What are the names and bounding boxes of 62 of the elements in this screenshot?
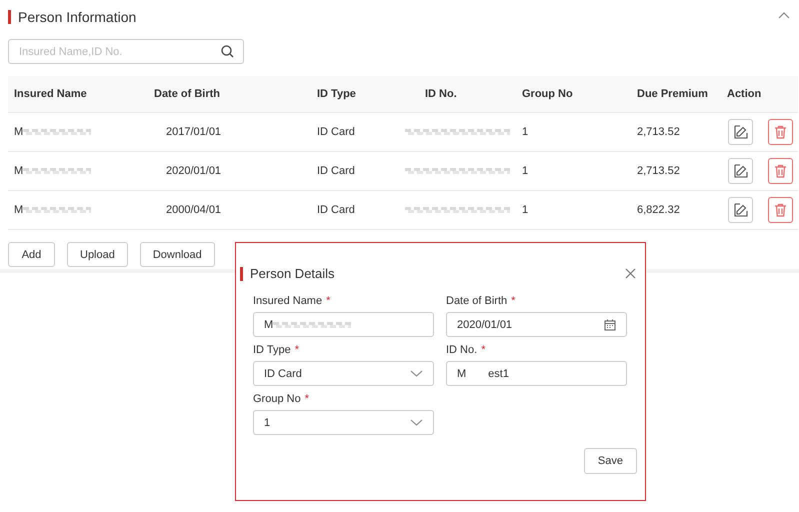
field-label: Insured Name (253, 295, 322, 307)
calendar-icon (604, 318, 616, 330)
table-cell: 6,822.32 (637, 204, 680, 216)
delete-button[interactable] (768, 119, 793, 145)
dialog-title: Person Details (250, 266, 336, 281)
required-asterisk: * (304, 393, 309, 405)
input-field[interactable]: 2020/01/01 (446, 312, 627, 337)
required-asterisk: * (481, 344, 486, 356)
table-cell: 1 (522, 165, 528, 177)
required-asterisk: * (511, 295, 516, 307)
table-cell-text: 2017/01/01 (165, 126, 222, 138)
title-accent-bar (8, 10, 11, 24)
column-header: Due Premium (637, 88, 708, 100)
trash-icon (774, 203, 787, 217)
delete-button[interactable] (768, 158, 793, 184)
collapse-chevron-icon[interactable] (778, 12, 790, 18)
table-cell-text: 2000/04/01 (165, 204, 222, 216)
edit-button[interactable] (728, 197, 753, 223)
title-accent-bar (240, 266, 243, 280)
dropdown[interactable]: ID Card (253, 361, 434, 386)
close-icon[interactable] (625, 268, 636, 279)
table-cell-text: 2020/01/01 (165, 165, 222, 177)
action-button[interactable]: Add (8, 242, 55, 267)
search-icon (221, 45, 234, 58)
required-asterisk: * (326, 295, 330, 307)
action-button[interactable]: Download (140, 242, 215, 267)
input-field[interactable]: M est1 (446, 361, 627, 386)
table-cell: M (14, 165, 24, 177)
trash-icon (774, 164, 787, 178)
edit-icon (734, 164, 748, 178)
trash-icon (774, 125, 787, 139)
field-label: Date of Birth (446, 295, 508, 307)
field-label: Group No (253, 393, 301, 405)
field-label: ID Type (253, 344, 291, 356)
column-header: Date of Birth (154, 88, 220, 100)
edit-button[interactable] (728, 158, 753, 184)
required-asterisk: * (294, 344, 299, 356)
table-cell: 1 (522, 204, 528, 216)
search-field[interactable]: Insured Name,ID No. (8, 39, 244, 64)
action-button[interactable]: Upload (67, 242, 128, 267)
table-cell: ID Card (317, 204, 355, 216)
table-cell: ID Card (317, 165, 355, 177)
column-header: ID Type (317, 88, 356, 100)
edit-icon (734, 125, 748, 139)
table-cell: ID Card (317, 126, 355, 138)
column-header: Insured Name (14, 88, 87, 100)
table-cell: 1 (522, 126, 528, 138)
dropdown[interactable]: 1 (253, 410, 434, 435)
column-header: Group No (522, 88, 573, 100)
edit-icon (734, 203, 748, 217)
column-header: Action (727, 88, 762, 100)
input-field[interactable]: M (253, 312, 434, 337)
edit-button[interactable] (728, 119, 753, 145)
table-cell: 2,713.52 (637, 126, 680, 138)
table-cell: 2,713.52 (637, 165, 680, 177)
column-header: ID No. (425, 88, 457, 100)
table-cell: M (14, 204, 24, 216)
delete-button[interactable] (768, 197, 793, 223)
table-cell: M (14, 126, 24, 138)
section-title: Person Information (18, 9, 138, 25)
save-button[interactable]: Save (584, 448, 637, 474)
field-label: ID No. (446, 344, 478, 356)
